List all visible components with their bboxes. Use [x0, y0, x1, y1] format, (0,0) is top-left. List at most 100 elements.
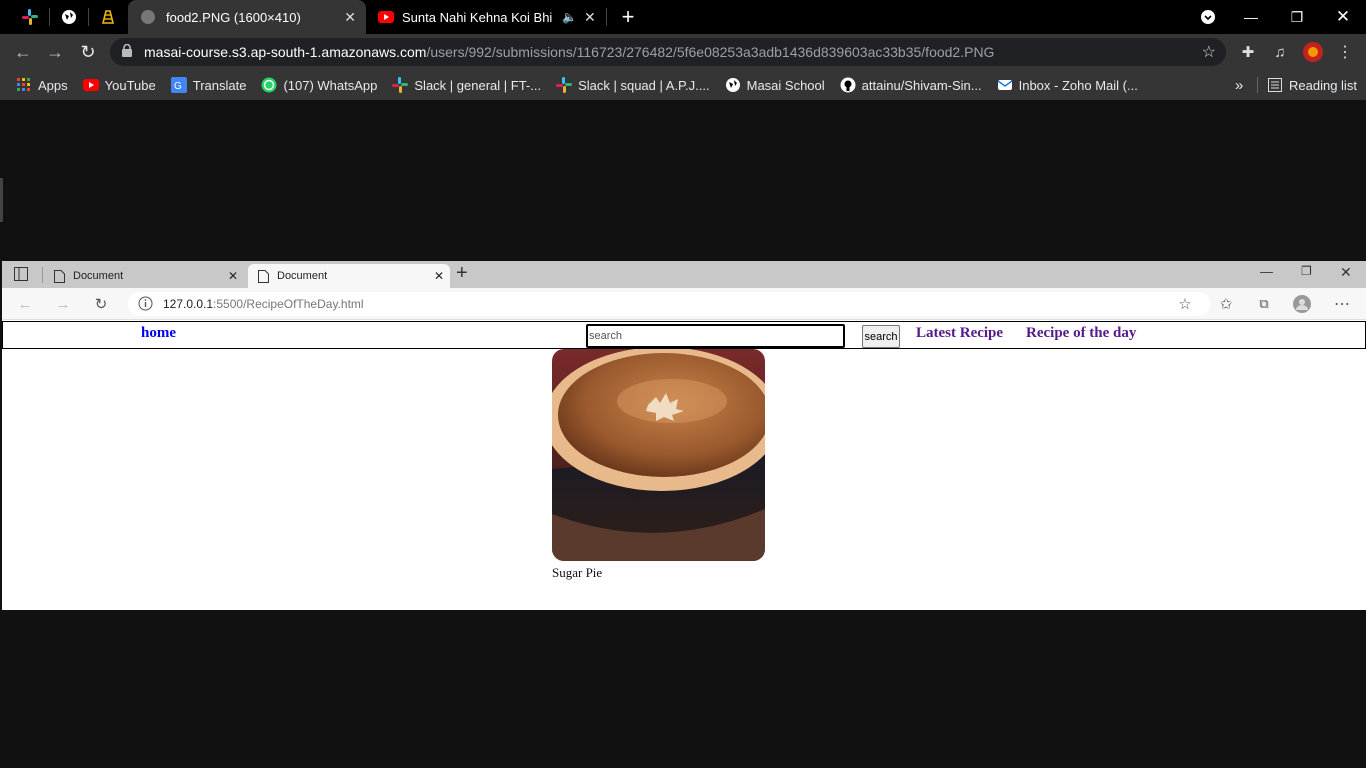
reload-icon[interactable]: ↻: [73, 34, 103, 70]
edge-tab-document[interactable]: Document ✕: [44, 264, 244, 288]
recipe-page: home search search Latest Recipe Recipe …: [2, 320, 1366, 610]
nav-bar: home search search Latest Recipe Recipe …: [2, 321, 1366, 349]
slack-icon: [556, 77, 573, 93]
window-close-icon[interactable]: ✕: [1340, 264, 1352, 281]
bookmark-label: Translate: [192, 77, 247, 93]
bookmark-slack-squad[interactable]: Slack | squad | A.P.J....: [556, 77, 710, 93]
bookmark-apps[interactable]: Apps: [16, 77, 68, 93]
page-icon: [54, 269, 65, 283]
home-link[interactable]: home: [141, 325, 176, 342]
tab-title: Document: [73, 270, 124, 282]
reload-icon[interactable]: ↻: [86, 288, 116, 320]
bookmark-label: YouTube: [104, 77, 156, 93]
url-path: /users/992/submissions/116723/276482/5f6…: [426, 44, 995, 60]
edge-address-bar[interactable]: 127.0.0.1:5500/RecipeOfTheDay.html: [128, 292, 1210, 316]
tab-search-icon[interactable]: [1194, 0, 1222, 34]
favorites-icon[interactable]: ✩: [1211, 288, 1241, 320]
close-icon[interactable]: ✕: [584, 9, 596, 26]
forward-arrow-icon[interactable]: →: [48, 288, 78, 320]
new-tab-plus-icon[interactable]: +: [456, 262, 468, 285]
bookmark-zoho[interactable]: Inbox - Zoho Mail (...: [997, 77, 1138, 93]
new-tab-plus-icon[interactable]: +: [614, 0, 642, 34]
extensions-puzzle-icon[interactable]: ✚: [1233, 34, 1263, 70]
tab-title: Sunta Nahi Kehna Koi Bhi | R: [402, 9, 552, 25]
window-close-icon[interactable]: ✕: [1320, 0, 1366, 34]
bookmark-translate[interactable]: G Translate: [170, 77, 247, 93]
bookmark-label: (107) WhatsApp: [283, 77, 378, 93]
minimize-icon[interactable]: —: [1260, 264, 1273, 279]
latest-recipe-link[interactable]: Latest Recipe: [916, 325, 1003, 342]
reading-list[interactable]: Reading list: [1267, 77, 1357, 93]
cone-tab-icon[interactable]: [92, 0, 124, 34]
url-host: 127.0.0.1: [163, 297, 214, 311]
reading-list-label: Reading list: [1289, 77, 1357, 93]
address-bar[interactable]: masai-course.s3.ap-south-1.amazonaws.com…: [110, 38, 1226, 66]
bookmark-label: Masai School: [746, 77, 825, 93]
minimize-icon[interactable]: —: [1228, 0, 1274, 34]
speaker-icon[interactable]: 🔈: [562, 10, 577, 24]
tab-title: food2.PNG (1600×410): [166, 9, 301, 25]
image-edge: [0, 178, 3, 222]
menu-ellipsis-icon[interactable]: ⋯: [1327, 288, 1357, 320]
tab-youtube[interactable]: Sunta Nahi Kehna Koi Bhi | R 🔈 ✕: [378, 0, 600, 34]
youtube-icon: [82, 77, 99, 93]
lock-icon: [122, 43, 132, 60]
apps-grid-icon: [16, 77, 32, 93]
close-icon[interactable]: ✕: [434, 269, 444, 283]
slack-tab-icon[interactable]: [14, 0, 46, 34]
info-icon: [138, 296, 153, 314]
outer-tab-strip: food2.PNG (1600×410) ✕ Sunta Nahi Kehna …: [0, 0, 1366, 34]
more-bookmarks-chevron[interactable]: »: [1235, 77, 1243, 94]
close-icon[interactable]: ✕: [228, 269, 238, 283]
bookmark-slack-general[interactable]: Slack | general | FT-...: [392, 77, 541, 93]
profile-avatar[interactable]: [1287, 288, 1317, 320]
bookmark-label: Inbox - Zoho Mail (...: [1018, 77, 1138, 93]
media-control-icon[interactable]: ♫: [1265, 34, 1295, 70]
whatsapp-icon: [261, 77, 277, 93]
tab-title: Document: [277, 270, 328, 282]
search-button[interactable]: search: [862, 325, 900, 348]
search-input[interactable]: search: [586, 324, 845, 348]
slack-icon: [392, 77, 409, 93]
edge-tab-strip: Document ✕ Document ✕ + — ❐ ✕: [2, 261, 1366, 288]
bookmark-label: Slack | general | FT-...: [414, 77, 542, 93]
zoho-mail-icon: [997, 77, 1013, 93]
bookmark-masai[interactable]: Masai School: [725, 77, 825, 93]
menu-kebab-icon[interactable]: ⋮: [1330, 34, 1360, 70]
bookmark-label: Slack | squad | A.P.J....: [578, 77, 710, 93]
back-arrow-icon[interactable]: ←: [8, 34, 38, 70]
reading-list-icon: [1267, 77, 1283, 93]
restore-icon[interactable]: ❐: [1274, 0, 1320, 34]
tab-food2[interactable]: food2.PNG (1600×410) ✕: [128, 0, 366, 34]
bookmark-github[interactable]: attainu/Shivam-Sin...: [840, 77, 982, 93]
translate-icon: G: [170, 77, 187, 93]
bookmark-star-icon[interactable]: ☆: [1202, 42, 1216, 62]
add-favorite-icon[interactable]: ☆: [1170, 288, 1200, 320]
tab-globe-icon: [140, 9, 156, 25]
outer-toolbar: ← → ↻ masai-course.s3.ap-south-1.amazona…: [0, 34, 1366, 70]
edge-window: Document ✕ Document ✕ + — ❐ ✕ ← → ↻ 127.…: [2, 261, 1366, 610]
github-icon: [840, 77, 856, 93]
bookmark-label: attainu/Shivam-Sin...: [861, 77, 982, 93]
recipe-image: [552, 349, 765, 561]
recipe-name: Sugar Pie: [552, 565, 603, 580]
edge-tab-document-active[interactable]: Document ✕: [248, 264, 450, 288]
collections-icon[interactable]: ⧉: [1249, 288, 1279, 320]
bookmark-whatsapp[interactable]: (107) WhatsApp: [261, 77, 377, 93]
url-host: masai-course.s3.ap-south-1.amazonaws.com: [144, 44, 427, 60]
youtube-icon: [378, 11, 394, 23]
back-arrow-icon[interactable]: ←: [10, 288, 40, 320]
close-icon[interactable]: ✕: [344, 9, 356, 26]
forward-arrow-icon[interactable]: →: [40, 34, 70, 70]
url-rest: :5500/RecipeOfTheDay.html: [213, 297, 364, 311]
bookmark-label: Apps: [38, 77, 68, 93]
globe-tab-icon[interactable]: [53, 0, 85, 34]
bookmark-youtube[interactable]: YouTube: [82, 77, 156, 93]
restore-icon[interactable]: ❐: [1301, 264, 1312, 278]
page-icon: [258, 269, 269, 283]
profile-avatar[interactable]: [1298, 34, 1328, 70]
tab-actions-icon[interactable]: [14, 267, 28, 286]
svg-text:G: G: [174, 81, 182, 92]
recipe-of-day-link[interactable]: Recipe of the day: [1026, 325, 1136, 342]
bookmarks-bar: Apps YouTube G Translate (107) WhatsApp …: [0, 70, 1366, 100]
